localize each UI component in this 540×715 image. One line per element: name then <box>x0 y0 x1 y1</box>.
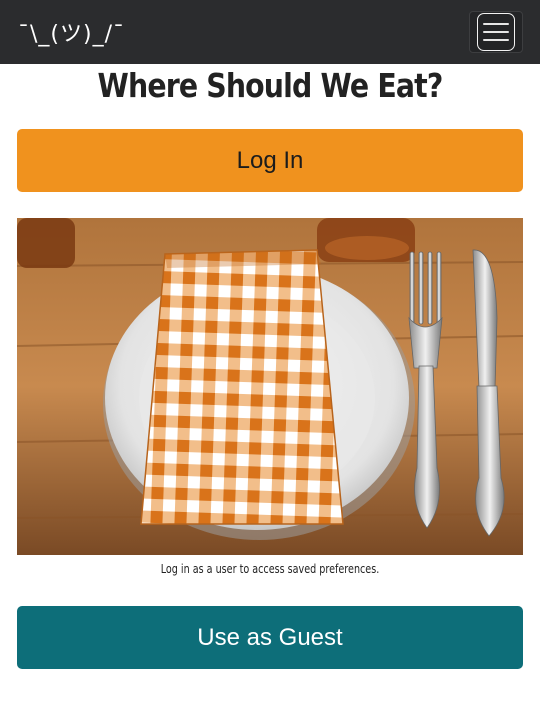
navbar: ¯\_(ツ)_/¯ <box>0 0 540 64</box>
navbar-toggler-button[interactable] <box>469 11 523 53</box>
hamburger-menu-icon <box>477 13 515 51</box>
guest-button[interactable]: Use as Guest <box>17 606 523 669</box>
login-button[interactable]: Log In <box>17 129 523 192</box>
page-title: Where Should We Eat? <box>97 66 444 105</box>
brand-logo[interactable]: ¯\_(ツ)_/¯ <box>18 16 125 48</box>
login-hint-caption: Log in as a user to access saved prefere… <box>160 562 380 576</box>
hero-image <box>17 218 523 555</box>
